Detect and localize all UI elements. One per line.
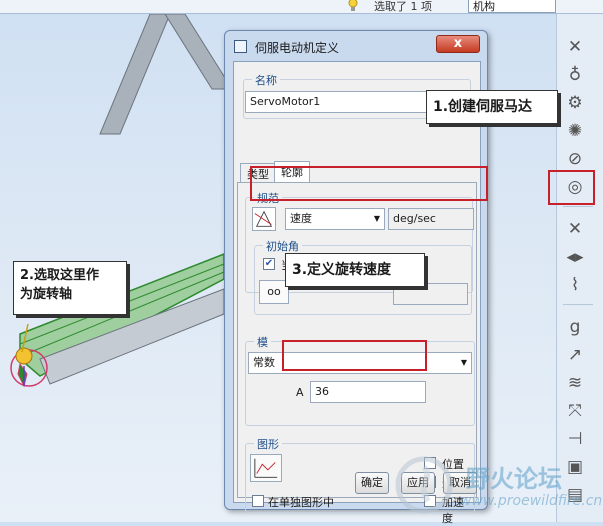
cam-tool-icon[interactable]: ✺	[564, 120, 586, 142]
graph-plot-icon[interactable]	[250, 454, 282, 482]
highlight-spec-row	[250, 166, 488, 201]
joint-tool-icon[interactable]: ♁	[564, 64, 586, 86]
watermark-url: www.proewildfire.cn	[460, 493, 603, 509]
coef-a-field[interactable]: 36	[310, 381, 426, 403]
right-toolbar: ✕ ♁ ⚙ ✺ ⊘ ◎ ✕ ◂▸ ⌇ g ↗ ≋ ⤧ ⊣ ▣ ▤	[556, 14, 603, 522]
top-status-bar: 选取了 1 项 机构	[0, 0, 603, 14]
chevron-down-icon: ▼	[460, 358, 467, 367]
spec-units-field: deg/sec	[388, 208, 474, 230]
mode-value: 常数	[253, 356, 275, 369]
force-torque-icon[interactable]: ⊣	[564, 428, 586, 450]
callout-step3: 3.定义旋转速度	[285, 253, 425, 287]
flame-logo-icon	[395, 456, 453, 514]
playback-icon[interactable]: ◂▸	[564, 246, 586, 268]
callout-step1: 1.创建伺服马达	[426, 90, 558, 124]
gear-pair-icon[interactable]: ⚙	[564, 92, 586, 114]
separate-graph-checkbox[interactable]	[252, 495, 264, 507]
spring-icon[interactable]: ≋	[564, 372, 586, 394]
spec-mode-value: 速度	[290, 212, 312, 225]
spec-mode-select[interactable]: 速度 ▼	[285, 208, 385, 230]
damper-icon[interactable]: ⤧	[564, 400, 586, 422]
current-checkbox[interactable]: ✔	[263, 258, 275, 270]
name-group-label: 名称	[252, 72, 280, 88]
servo-motor-tool-icon[interactable]: ✕	[564, 36, 586, 58]
callout-step2-line2: 为旋转轴	[20, 287, 73, 302]
frame-link-right[interactable]	[164, 14, 233, 90]
watermark-text: 野火论坛	[466, 465, 562, 493]
frame-link-left[interactable]	[99, 14, 171, 135]
dialog-app-icon	[234, 40, 247, 53]
graph-group-label: 图形	[254, 436, 282, 452]
analysis-tool-icon[interactable]: ✕	[564, 218, 586, 240]
spec-reference-icon[interactable]	[252, 207, 276, 231]
mode-group-label: 模	[254, 334, 271, 350]
chevron-down-icon: ▼	[373, 214, 380, 223]
filter-dropdown[interactable]: 机构	[468, 0, 556, 13]
selection-count-text: 选取了 1 项	[374, 0, 432, 13]
dialog-title: 伺服电动机定义	[255, 41, 340, 55]
force-motor-icon[interactable]: ↗	[564, 344, 586, 366]
measure-graph-icon[interactable]: ⌇	[564, 274, 586, 296]
name-field[interactable]: ServoMotor1	[245, 91, 429, 113]
forum-watermark: 野火论坛 www.proewildfire.cn	[394, 455, 603, 517]
highlight-servo-tool	[548, 170, 595, 205]
separate-graph-label: 在单独图形中	[268, 496, 334, 509]
belt-tool-icon[interactable]: ⊘	[564, 148, 586, 170]
callout-step2-line1: 2.选取这里作	[20, 268, 99, 283]
lightbulb-icon	[348, 0, 358, 11]
initial-angle-label: 初始角	[263, 238, 302, 254]
ok-button[interactable]: 确定	[355, 472, 389, 494]
dialog-titlebar[interactable]: 伺服电动机定义 x	[225, 31, 487, 61]
coef-a-label: A	[296, 386, 304, 399]
highlight-a-field	[282, 340, 427, 371]
close-button[interactable]: x	[436, 35, 480, 53]
callout-step2: 2.选取这里作 为旋转轴	[13, 261, 127, 315]
gravity-icon[interactable]: g	[564, 316, 586, 338]
